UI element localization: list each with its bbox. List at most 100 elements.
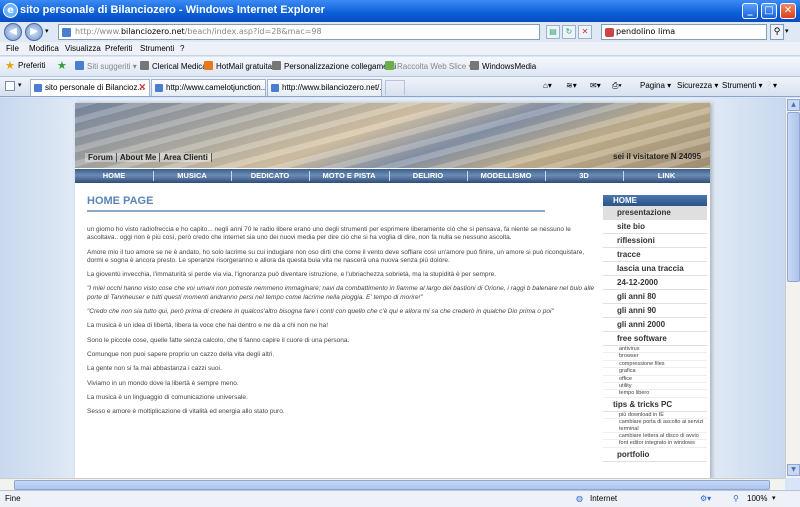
- favorites-button[interactable]: Preferiti: [18, 61, 46, 70]
- tab-bilanciozero-2[interactable]: http://www.bilanciozero.net/...: [267, 79, 382, 96]
- sidebar-item-free-software[interactable]: free software: [603, 332, 707, 346]
- menu-file[interactable]: File: [6, 44, 19, 53]
- search-options-icon[interactable]: ▾: [785, 24, 796, 40]
- tab-bilanciozero[interactable]: sito personale di Bilancioz... ✕: [30, 79, 150, 96]
- feeds-icon[interactable]: ≋▾: [566, 81, 577, 90]
- favorites-bar: ★ Preferiti ★ Siti suggeriti ▾ Clerical …: [0, 57, 800, 77]
- sidebar-item-portfolio[interactable]: portfolio: [603, 448, 707, 462]
- scroll-thumb[interactable]: [787, 112, 800, 282]
- nav-musica[interactable]: MUSICA: [153, 171, 231, 180]
- nav-dedicato[interactable]: DEDICATO: [231, 171, 309, 180]
- back-button[interactable]: ◀: [4, 23, 22, 41]
- page-title: HOME PAGE: [87, 195, 154, 207]
- search-input[interactable]: pendolino lima: [601, 24, 767, 40]
- sidebar-item-site-bio[interactable]: site bio: [603, 220, 707, 234]
- sidebar-head[interactable]: HOME: [603, 195, 707, 206]
- sidebar-sub-antivirus[interactable]: antivirus: [603, 346, 707, 354]
- sidebar-item-riflessioni[interactable]: riflessioni: [603, 234, 707, 248]
- scroll-up-icon[interactable]: ▲: [787, 99, 800, 111]
- protected-mode-icon[interactable]: ⚙▾: [700, 494, 711, 503]
- sidebar-item-anni-90[interactable]: gli anni 90: [603, 304, 707, 318]
- security-menu-button[interactable]: Sicurezza ▾: [677, 81, 718, 90]
- tab-favicon-icon: [155, 84, 163, 92]
- nav-3d[interactable]: 3D: [545, 171, 623, 180]
- close-button[interactable]: ✕: [780, 3, 796, 19]
- sidebar-sub-terminal[interactable]: cambiare porta di ascolto ai servizi ter…: [603, 419, 707, 434]
- sidebar-sub-disco-avvio[interactable]: cambiare lettera al disco di avvio: [603, 433, 707, 441]
- tools-menu-button[interactable]: Strumenti ▾: [722, 81, 762, 90]
- menu-help[interactable]: ?: [180, 44, 184, 53]
- sidebar-item-tracce[interactable]: tracce: [603, 248, 707, 262]
- menu-modifica[interactable]: Modifica: [29, 44, 59, 53]
- link-about-me[interactable]: About Me: [116, 153, 161, 162]
- fav-siti-suggeriti[interactable]: Siti suggeriti ▾: [75, 61, 137, 71]
- tab-favicon-icon: [271, 84, 279, 92]
- main-nav: HOME MUSICA DEDICATO MOTO E PISTA DELIRI…: [75, 169, 710, 183]
- home-icon[interactable]: ⌂▾: [543, 81, 552, 90]
- fav-hotmail[interactable]: HotMail gratuita: [204, 61, 272, 71]
- nav-link[interactable]: LINK: [623, 171, 710, 180]
- sidebar-item-anni-2000[interactable]: gli anni 2000: [603, 318, 707, 332]
- quick-tabs-icon[interactable]: [5, 81, 15, 91]
- zoom-level[interactable]: 100%: [747, 494, 767, 503]
- zoom-dropdown-icon[interactable]: ▾: [772, 494, 776, 502]
- sidebar-item-tips-tricks[interactable]: tips & tricks PC: [603, 398, 707, 412]
- add-favorites-icon[interactable]: ★: [57, 59, 67, 72]
- sidebar-item-anni-80[interactable]: gli anni 80: [603, 290, 707, 304]
- menu-bar: File Modifica Visualizza Preferiti Strum…: [0, 42, 800, 56]
- menu-strumenti[interactable]: Strumenti: [140, 44, 174, 53]
- menu-visualizza[interactable]: Visualizza: [65, 44, 101, 53]
- new-tab-button[interactable]: [385, 80, 405, 95]
- fav-item-icon: [272, 61, 281, 70]
- sidebar-sub-compressione[interactable]: compressione files: [603, 361, 707, 369]
- page-menu-button[interactable]: Pagina ▾: [640, 81, 671, 90]
- mail-icon[interactable]: ✉▾: [590, 81, 601, 90]
- maximize-button[interactable]: □: [761, 3, 777, 19]
- nav-delirio[interactable]: DELIRIO: [389, 171, 467, 180]
- scroll-down-icon[interactable]: ▼: [787, 464, 800, 476]
- fav-web-slice[interactable]: Raccolta Web Slice ▾: [385, 61, 472, 71]
- sidebar-item-presentazione[interactable]: presentazione: [603, 206, 707, 220]
- fav-clerical-medical[interactable]: Clerical Medical: [140, 61, 208, 71]
- search-provider-icon: [605, 28, 614, 37]
- tab-list-icon[interactable]: ▾: [18, 81, 22, 89]
- stop-icon[interactable]: ✕: [578, 25, 592, 39]
- help-menu-button[interactable]: ❔▾: [763, 81, 777, 90]
- search-icon[interactable]: ⚲: [770, 24, 784, 40]
- print-icon[interactable]: ⎙▾: [612, 81, 622, 91]
- fav-item-icon: [75, 61, 84, 70]
- paragraph: Comunque non puoi sapere proprio un cazz…: [87, 350, 275, 358]
- status-text: Fine: [5, 494, 21, 503]
- address-bar[interactable]: http://www.bilanciozero.net/beach/index.…: [58, 24, 540, 40]
- menu-preferiti[interactable]: Preferiti: [105, 44, 133, 53]
- link-area-clienti[interactable]: Area Clienti: [160, 153, 212, 162]
- refresh-icon[interactable]: ↻: [562, 25, 576, 39]
- sidebar-sub-grafica[interactable]: grafica: [603, 368, 707, 376]
- sidebar-sub-utility[interactable]: utility: [603, 383, 707, 391]
- fav-windowsmedia[interactable]: WindowsMedia: [470, 61, 536, 71]
- sidebar-sub-download-ie[interactable]: più download in IE: [603, 412, 707, 420]
- forward-button[interactable]: ▶: [25, 23, 43, 41]
- minimize-button[interactable]: _: [742, 3, 758, 19]
- hscroll-thumb[interactable]: [14, 480, 770, 490]
- nav-home[interactable]: HOME: [75, 171, 153, 180]
- sidebar-sub-font-editor[interactable]: font editor integrato in windows: [603, 440, 707, 448]
- fav-personalizzazione[interactable]: Personalizzazione collegamenti: [272, 61, 396, 71]
- history-dropdown-icon[interactable]: ▾: [45, 27, 49, 35]
- nav-modellismo[interactable]: MODELLISMO: [467, 171, 545, 180]
- sidebar-sub-office[interactable]: office: [603, 376, 707, 384]
- paragraph: Viviamo in un mondo dove la libertà è se…: [87, 379, 239, 387]
- nav-moto-e-pista[interactable]: MOTO E PISTA: [309, 171, 389, 180]
- compatibility-view-icon[interactable]: ▤: [546, 25, 560, 39]
- visitor-counter: sei il visitatore N 24095: [613, 152, 702, 161]
- sidebar-sub-tempo-libero[interactable]: tempo libero: [603, 390, 707, 398]
- close-tab-icon[interactable]: ✕: [138, 80, 146, 95]
- tab-camelotjunction[interactable]: http://www.camelotjunction....: [151, 79, 266, 96]
- sidebar-item-lascia-traccia[interactable]: lascia una traccia: [603, 262, 707, 276]
- vertical-scrollbar[interactable]: ▲ ▼: [785, 98, 800, 478]
- link-forum[interactable]: Forum: [85, 153, 117, 162]
- sidebar-sub-browser[interactable]: browser: [603, 353, 707, 361]
- page-body: un giorno ho visto radiofreccia e ho cap…: [87, 226, 597, 422]
- sidebar-item-24-12-2000[interactable]: 24-12-2000: [603, 276, 707, 290]
- horizontal-scrollbar[interactable]: [0, 478, 785, 490]
